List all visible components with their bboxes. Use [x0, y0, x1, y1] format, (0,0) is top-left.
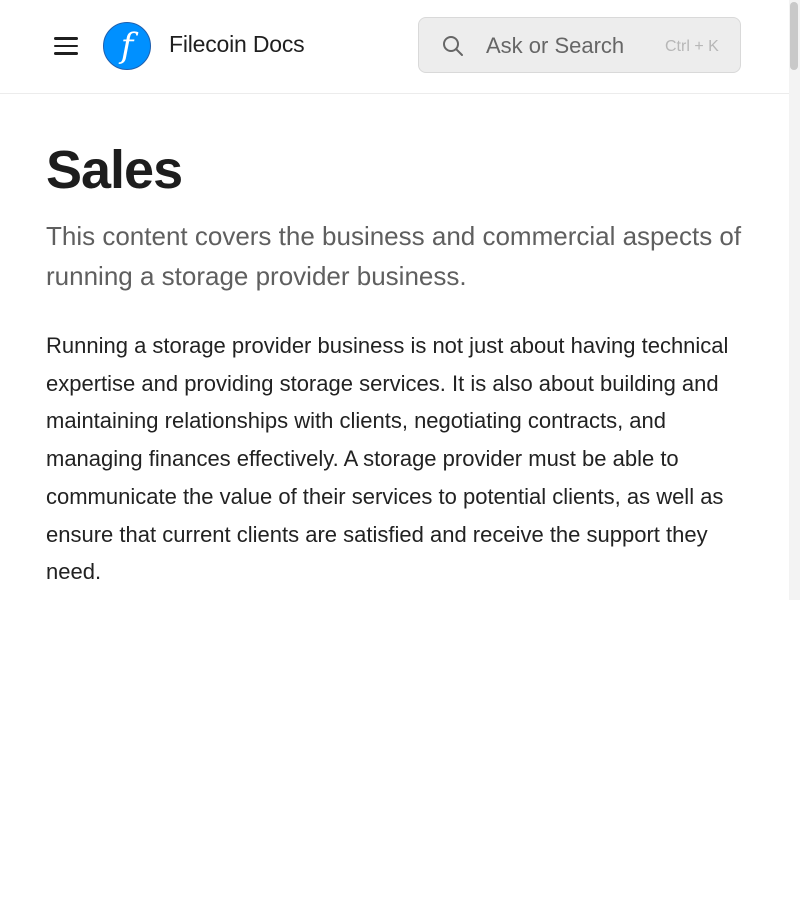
filecoin-logo[interactable]: f	[103, 22, 151, 70]
search-placeholder: Ask or Search	[486, 33, 625, 58]
search-icon	[443, 36, 463, 56]
filecoin-logo-icon: f	[103, 22, 151, 70]
hamburger-menu-button[interactable]	[50, 30, 82, 62]
main-content: Sales This content covers the business a…	[46, 94, 746, 591]
browser-viewport: f Filecoin Docs Ask or Search Ctrl + K S…	[0, 0, 800, 600]
hamburger-line-bottom	[54, 52, 78, 55]
hamburger-line-top	[54, 37, 78, 40]
page-subtitle: This content covers the business and com…	[46, 221, 742, 291]
top-header: f Filecoin Docs Ask or Search Ctrl + K	[0, 0, 789, 94]
page-title: Sales	[46, 140, 183, 200]
site-brand-name[interactable]: Filecoin Docs	[169, 31, 305, 58]
search-box[interactable]: Ask or Search Ctrl + K	[418, 17, 741, 73]
hamburger-line-middle	[54, 44, 78, 47]
body-paragraph: Running a storage provider business is n…	[46, 333, 729, 585]
keyboard-shortcut-hint: Ctrl + K	[665, 38, 719, 55]
vertical-scrollbar-thumb[interactable]	[790, 2, 798, 70]
vertical-scrollbar-track[interactable]	[789, 0, 800, 600]
